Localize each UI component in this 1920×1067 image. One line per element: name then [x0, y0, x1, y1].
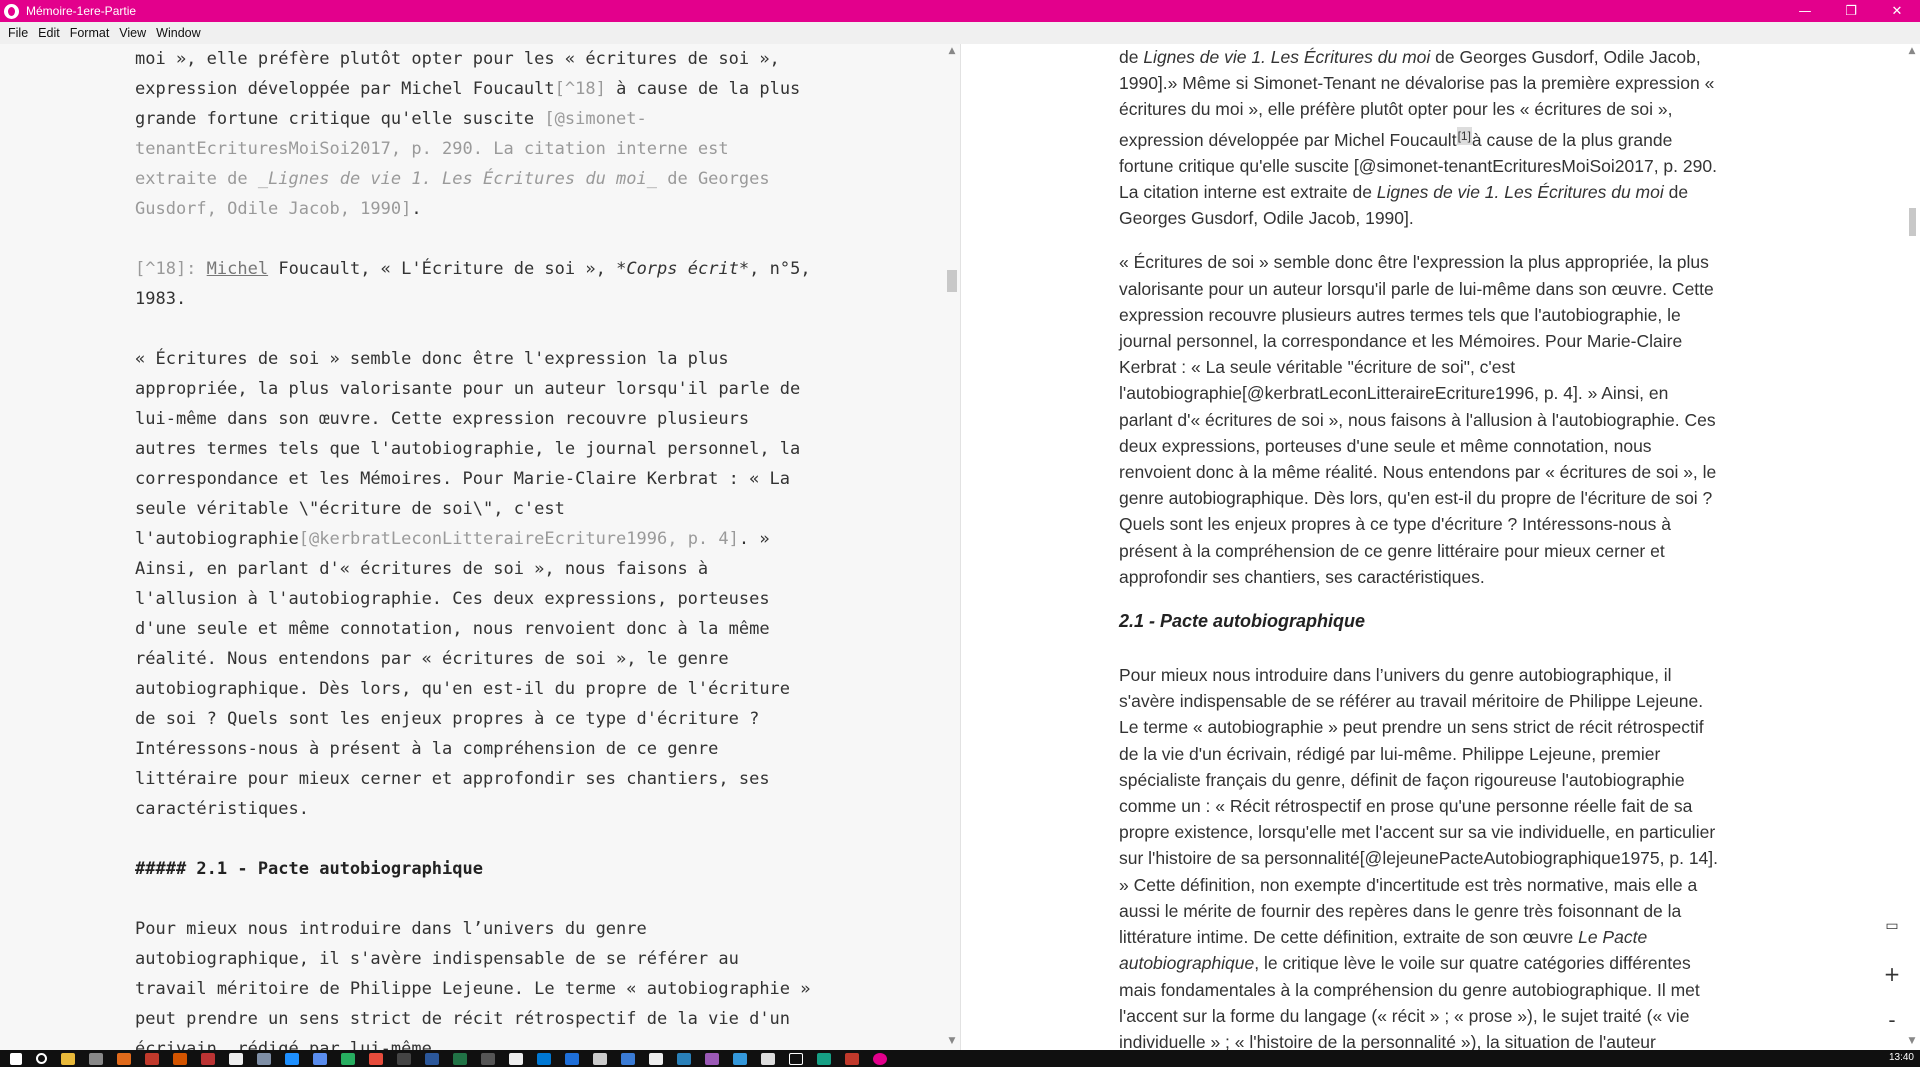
app-icon[interactable] — [621, 1052, 635, 1065]
app-icon[interactable] — [481, 1052, 495, 1065]
scroll-up-icon[interactable]: ▲ — [1904, 46, 1920, 56]
menu-edit[interactable]: Edit — [38, 26, 60, 40]
title-bar: Mémoire-1ere-Partie — ❐ ✕ — [0, 0, 1920, 22]
app-icon[interactable] — [733, 1052, 747, 1065]
menu-bar: File Edit Format View Window — [0, 22, 1920, 44]
app-logo-icon[interactable] — [873, 1052, 887, 1065]
zoom-in-button[interactable]: + — [1882, 962, 1902, 986]
scroll-up-icon[interactable]: ▲ — [944, 46, 960, 56]
app-icon[interactable] — [705, 1052, 719, 1065]
preview-paragraph: « Écritures de soi » semble donc être l'… — [1119, 252, 1717, 587]
close-button[interactable]: ✕ — [1874, 0, 1920, 22]
editor-paragraph: moi », elle préfère plutôt opter pour le… — [135, 49, 801, 219]
excel-icon[interactable] — [453, 1052, 467, 1065]
app-icon[interactable] — [285, 1052, 299, 1065]
taskbar-clock: 13:40 — [1888, 1052, 1914, 1063]
preview-paragraph: de Lignes de vie 1. Les Écritures du moi… — [1119, 47, 1717, 229]
zoom-out-button[interactable]: - — [1882, 1008, 1902, 1032]
word-icon[interactable] — [425, 1052, 439, 1065]
search-icon[interactable] — [36, 1053, 47, 1064]
app-icon[interactable] — [229, 1052, 243, 1065]
preview-pane[interactable]: de Lignes de vie 1. Les Écritures du moi… — [961, 44, 1920, 1050]
preview-scrollbar[interactable]: ▲ ▼ — [1904, 44, 1920, 1050]
folder-icon[interactable] — [61, 1052, 75, 1065]
scroll-thumb[interactable] — [947, 270, 957, 292]
app-icon[interactable] — [117, 1052, 131, 1065]
editor-footnote: [^18]: Michel Foucault, « L'Écriture de … — [135, 259, 811, 309]
menu-view[interactable]: View — [119, 26, 146, 40]
taskbar: 13:40 — [0, 1050, 1920, 1067]
app-icon[interactable] — [509, 1052, 523, 1065]
app-icon[interactable] — [369, 1052, 383, 1065]
markdown-editor[interactable]: moi », elle préfère plutôt opter pour le… — [0, 44, 960, 1050]
menu-window[interactable]: Window — [156, 26, 200, 40]
app-logo-icon — [4, 3, 19, 19]
minimize-button[interactable]: — — [1782, 0, 1828, 22]
editor-heading: ##### 2.1 - Pacte autobiographique — [135, 859, 483, 879]
app-icon[interactable] — [565, 1052, 579, 1065]
editor-paragraph: Pour mieux nous introduire dans l’univer… — [135, 919, 811, 1050]
app-icon[interactable] — [341, 1052, 355, 1065]
editor-text[interactable]: moi », elle préfère plutôt opter pour le… — [135, 44, 815, 1050]
app-icon[interactable] — [257, 1052, 271, 1065]
app-icon[interactable] — [201, 1052, 215, 1065]
start-icon[interactable] — [10, 1052, 22, 1065]
app-icon[interactable] — [313, 1052, 327, 1065]
app-icon[interactable] — [817, 1052, 831, 1065]
scroll-down-icon[interactable]: ▼ — [944, 1036, 960, 1046]
document-icon[interactable]: ▭ — [1882, 918, 1902, 934]
window-title: Mémoire-1ere-Partie — [26, 4, 137, 18]
footnote-ref[interactable]: [1] — [1456, 126, 1472, 145]
menu-format[interactable]: Format — [70, 26, 110, 40]
app-icon[interactable] — [173, 1052, 187, 1065]
vscode-icon[interactable] — [537, 1052, 551, 1065]
app-icon[interactable] — [89, 1052, 103, 1065]
scroll-down-icon[interactable]: ▼ — [1904, 1036, 1920, 1046]
app-icon[interactable] — [145, 1052, 159, 1065]
spellcheck-word: Michel — [206, 259, 269, 279]
editor-paragraph: « Écritures de soi » semble donc être l'… — [135, 349, 801, 819]
app-icon[interactable] — [789, 1052, 803, 1065]
app-icon[interactable] — [761, 1052, 775, 1065]
app-icon[interactable] — [593, 1052, 607, 1065]
scroll-thumb[interactable] — [1909, 208, 1916, 236]
editor-scrollbar[interactable]: ▲ ▼ — [944, 44, 960, 1050]
preview-heading: 2.1 - Pacte autobiographique — [1119, 611, 1366, 632]
app-icon[interactable] — [397, 1052, 411, 1065]
window-controls: — ❐ ✕ — [1782, 0, 1920, 22]
menu-file[interactable]: File — [8, 26, 28, 40]
app-icon[interactable] — [677, 1052, 691, 1065]
app-icon[interactable] — [649, 1052, 663, 1065]
maximize-button[interactable]: ❐ — [1828, 0, 1874, 22]
preview-text: de Lignes de vie 1. Les Écritures du moi… — [1119, 44, 1721, 1050]
preview-paragraph: Pour mieux nous introduire dans l’univer… — [1119, 665, 1719, 1050]
app-icon[interactable] — [845, 1052, 859, 1065]
